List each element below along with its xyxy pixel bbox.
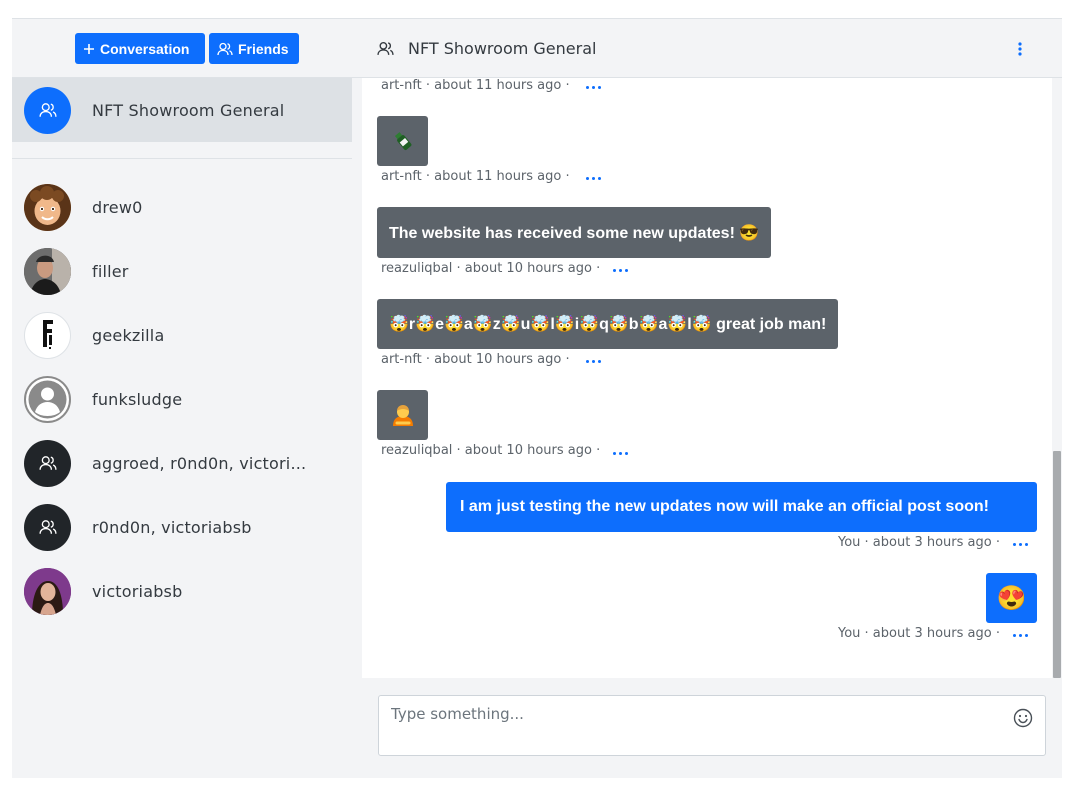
message-options-icon[interactable]: [586, 359, 602, 365]
message-text: The website has received some new update…: [389, 224, 760, 242]
new-conversation-button[interactable]: Conversation: [75, 33, 205, 64]
message-input[interactable]: [391, 702, 991, 726]
message-bubble: [377, 390, 428, 440]
group-icon: [24, 503, 71, 551]
message-meta: reazuliqbal · about 10 hours ago ·: [381, 443, 601, 458]
message-meta: You · about 3 hours ago ·: [838, 535, 1000, 550]
conversation-label: filler: [92, 261, 129, 281]
conversation-label: drew0: [92, 197, 143, 217]
chat-main: NFT Showroom General art-nft · about 11 …: [352, 19, 1062, 778]
conversation-item-geekzilla[interactable]: geekzilla: [12, 303, 352, 367]
photo-avatar: [24, 567, 71, 615]
default-user-icon: [24, 375, 71, 423]
message-options-icon[interactable]: [613, 451, 629, 457]
room-title: NFT Showroom General: [408, 39, 597, 58]
new-conversation-label: Conversation: [100, 40, 190, 57]
friends-icon: [217, 42, 233, 55]
person-bowing-emoji: [392, 405, 413, 426]
group-icon: [377, 41, 394, 55]
photo-avatar: [24, 247, 71, 295]
message-meta: art-nft · about 11 hours ago ·: [381, 78, 570, 93]
conversation-item-drew0[interactable]: drew0: [12, 175, 352, 239]
chat-app: Conversation Friends NFT Showroom Genera…: [12, 18, 1062, 778]
conversation-label: r0nd0n, victoriabsb: [92, 517, 252, 537]
more-options-icon[interactable]: [1015, 39, 1025, 59]
sidebar: Conversation Friends NFT Showroom Genera…: [12, 19, 352, 778]
bottle-emoji: [394, 132, 411, 150]
conversation-item-aggroed-group[interactable]: aggroed, r0nd0n, victori...: [12, 431, 352, 495]
plus-icon: [84, 43, 94, 54]
message-bubble-mine: 😍: [986, 573, 1037, 623]
message-options-icon[interactable]: [586, 85, 602, 91]
message-meta: art-nft · about 10 hours ago ·: [381, 352, 570, 367]
message-text: 🤯r🤯e🤯a🤯z🤯u🤯l🤯i🤯q🤯b🤯a🤯l🤯 great job man!: [389, 316, 827, 333]
message-list[interactable]: art-nft · about 11 hours ago · art-nft ·…: [362, 78, 1052, 678]
friends-button[interactable]: Friends: [209, 33, 299, 64]
scrollbar-thumb[interactable]: [1053, 451, 1061, 678]
group-icon: [24, 86, 71, 134]
conversation-item-funksludge[interactable]: funksludge: [12, 367, 352, 431]
conversation-item-nft-showroom-general[interactable]: NFT Showroom General: [12, 78, 352, 142]
group-icon: [24, 439, 71, 487]
conversation-label: geekzilla: [92, 325, 165, 345]
message-bubble: 🤯r🤯e🤯a🤯z🤯u🤯l🤯i🤯q🤯b🤯a🤯l🤯 great job man!: [377, 299, 839, 349]
message-bubble: The website has received some new update…: [377, 207, 772, 258]
message-meta: reazuliqbal · about 10 hours ago ·: [381, 261, 601, 276]
message-options-icon[interactable]: [613, 268, 629, 274]
conversation-label: funksludge: [92, 389, 183, 409]
conversation-label: NFT Showroom General: [92, 100, 285, 120]
message-scrollbar[interactable]: [1052, 78, 1062, 678]
message-options-icon[interactable]: [586, 176, 602, 182]
conversation-item-r0nd0n-group[interactable]: r0nd0n, victoriabsb: [12, 495, 352, 559]
logo-avatar: [24, 311, 71, 359]
memoji-avatar: [24, 183, 71, 231]
friends-label: Friends: [238, 40, 289, 57]
sidebar-header: Conversation Friends: [12, 19, 352, 78]
message-meta: You · about 3 hours ago ·: [838, 626, 1000, 641]
conversation-label: aggroed, r0nd0n, victori...: [92, 453, 307, 473]
emoji-picker-icon[interactable]: [1013, 708, 1033, 728]
message-options-icon[interactable]: [1013, 542, 1029, 548]
message-meta: art-nft · about 11 hours ago ·: [381, 169, 570, 184]
conversation-label: victoriabsb: [92, 581, 183, 601]
conversation-item-victoriabsb[interactable]: victoriabsb: [12, 559, 352, 623]
chat-header: NFT Showroom General: [352, 19, 1062, 78]
message-bubble-mine: I am just testing the new updates now wi…: [446, 482, 1037, 532]
sidebar-divider: [12, 158, 352, 159]
message-options-icon[interactable]: [1013, 633, 1029, 639]
message-bubble: [377, 116, 428, 166]
message-text: 😍: [996, 584, 1027, 612]
conversation-item-filler[interactable]: filler: [12, 239, 352, 303]
message-composer: [378, 695, 1046, 756]
message-text: I am just testing the new updates now wi…: [460, 498, 989, 515]
